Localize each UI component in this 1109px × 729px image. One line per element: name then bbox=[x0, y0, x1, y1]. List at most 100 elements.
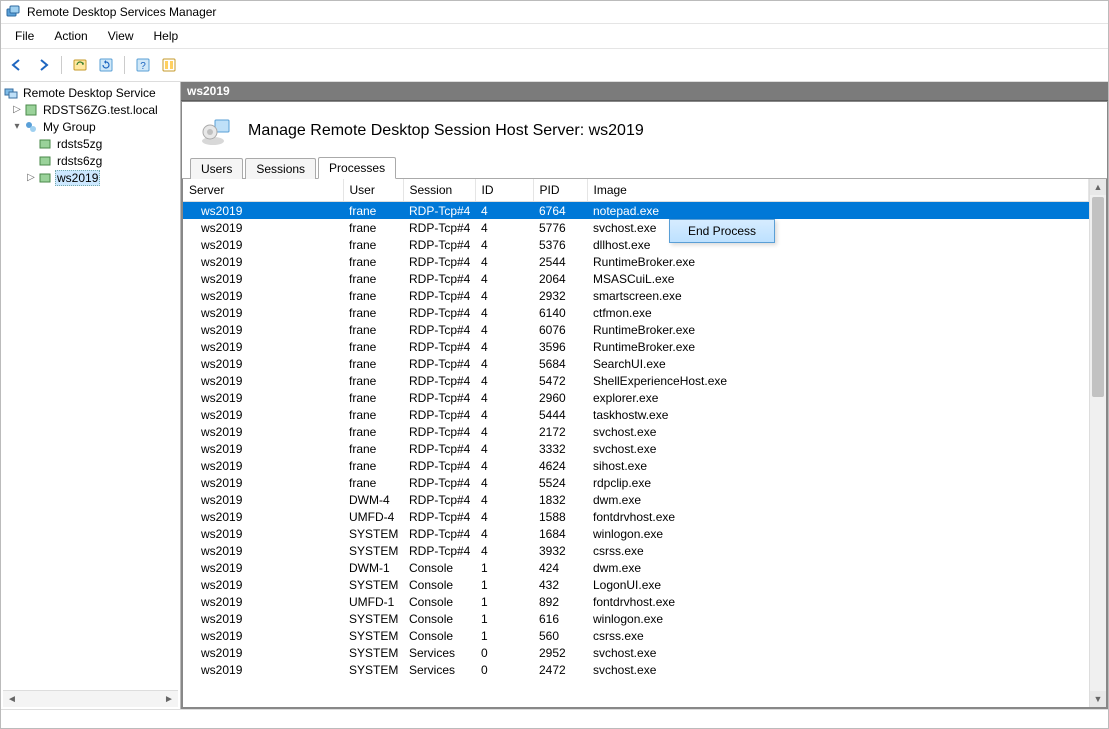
cell-server: ws2019 bbox=[183, 593, 343, 610]
table-row[interactable]: ws2019franeRDP-Tcp#446140ctfmon.exe bbox=[183, 304, 1089, 321]
table-row[interactable]: ws2019SYSTEMServices02952svchost.exe bbox=[183, 644, 1089, 661]
forward-button[interactable] bbox=[31, 53, 55, 77]
cell-user: SYSTEM bbox=[343, 576, 403, 593]
cell-pid: 2960 bbox=[533, 389, 587, 406]
reconnect-button[interactable] bbox=[68, 53, 92, 77]
cell-id: 4 bbox=[475, 253, 533, 270]
col-id[interactable]: ID bbox=[475, 179, 533, 202]
table-row[interactable]: ws2019franeRDP-Tcp#446076RuntimeBroker.e… bbox=[183, 321, 1089, 338]
scroll-down-icon[interactable]: ▼ bbox=[1090, 691, 1106, 707]
tree-node-rdsts6zg-test-local[interactable]: ▷ RDSTS6ZG.test.local bbox=[3, 101, 178, 118]
menu-help[interactable]: Help bbox=[146, 27, 187, 45]
back-button[interactable] bbox=[5, 53, 29, 77]
help-button[interactable]: ? bbox=[131, 53, 155, 77]
expand-icon[interactable]: ▷ bbox=[11, 104, 23, 115]
col-user[interactable]: User bbox=[343, 179, 403, 202]
tree-label: rdsts5zg bbox=[55, 136, 104, 152]
cell-session: RDP-Tcp#4 bbox=[403, 525, 475, 542]
menu-file[interactable]: File bbox=[7, 27, 42, 45]
table-row[interactable]: ws2019franeRDP-Tcp#445776svchost.exe bbox=[183, 219, 1089, 236]
cell-image: ctfmon.exe bbox=[587, 304, 1089, 321]
cell-id: 0 bbox=[475, 661, 533, 678]
cell-image: sihost.exe bbox=[587, 457, 1089, 474]
col-image[interactable]: Image bbox=[587, 179, 1089, 202]
cell-session: RDP-Tcp#4 bbox=[403, 270, 475, 287]
table-row[interactable]: ws2019franeRDP-Tcp#443332svchost.exe bbox=[183, 440, 1089, 457]
cell-id: 1 bbox=[475, 610, 533, 627]
table-row[interactable]: ws2019franeRDP-Tcp#443596RuntimeBroker.e… bbox=[183, 338, 1089, 355]
context-menu: End Process bbox=[669, 219, 775, 243]
cell-session: RDP-Tcp#4 bbox=[403, 440, 475, 457]
table-row[interactable]: ws2019franeRDP-Tcp#445524rdpclip.exe bbox=[183, 474, 1089, 491]
table-row[interactable]: ws2019SYSTEMRDP-Tcp#443932csrss.exe bbox=[183, 542, 1089, 559]
table-row[interactable]: ws2019SYSTEMServices02472svchost.exe bbox=[183, 661, 1089, 678]
cell-session: Services bbox=[403, 661, 475, 678]
tree-node-my-group[interactable]: ▾ My Group bbox=[3, 118, 178, 135]
tree-node-rdsts6zg[interactable]: rdsts6zg bbox=[3, 152, 178, 169]
cell-user: frane bbox=[343, 355, 403, 372]
menu-view[interactable]: View bbox=[100, 27, 142, 45]
tree-root-node[interactable]: Remote Desktop Service bbox=[3, 84, 178, 101]
table-row[interactable]: ws2019SYSTEMRDP-Tcp#441684winlogon.exe bbox=[183, 525, 1089, 542]
table-row[interactable]: ws2019franeRDP-Tcp#442172svchost.exe bbox=[183, 423, 1089, 440]
tree-h-scrollbar[interactable]: ◄ ► bbox=[3, 690, 178, 707]
menu-action[interactable]: Action bbox=[46, 27, 95, 45]
table-row[interactable]: ws2019franeRDP-Tcp#444624sihost.exe bbox=[183, 457, 1089, 474]
cell-server: ws2019 bbox=[183, 576, 343, 593]
scroll-up-icon[interactable]: ▲ bbox=[1090, 179, 1106, 195]
cell-server: ws2019 bbox=[183, 287, 343, 304]
cell-id: 1 bbox=[475, 593, 533, 610]
table-row[interactable]: ws2019franeRDP-Tcp#442960explorer.exe bbox=[183, 389, 1089, 406]
col-session[interactable]: Session bbox=[403, 179, 475, 202]
v-scrollbar[interactable]: ▲ ▼ bbox=[1089, 179, 1106, 707]
cell-user: frane bbox=[343, 457, 403, 474]
table-row[interactable]: ws2019franeRDP-Tcp#445472ShellExperience… bbox=[183, 372, 1089, 389]
cell-image: SearchUI.exe bbox=[587, 355, 1089, 372]
table-row[interactable]: ws2019franeRDP-Tcp#445444taskhostw.exe bbox=[183, 406, 1089, 423]
cell-server: ws2019 bbox=[183, 661, 343, 678]
options-button[interactable] bbox=[157, 53, 181, 77]
tree-node-rdsts5zg[interactable]: rdsts5zg bbox=[3, 135, 178, 152]
refresh-button[interactable] bbox=[94, 53, 118, 77]
table-row[interactable]: ws2019SYSTEMConsole1616winlogon.exe bbox=[183, 610, 1089, 627]
cell-session: RDP-Tcp#4 bbox=[403, 508, 475, 525]
scroll-left-icon[interactable]: ◄ bbox=[5, 694, 19, 705]
col-server[interactable]: Server bbox=[183, 179, 343, 202]
cell-id: 4 bbox=[475, 372, 533, 389]
table-row[interactable]: ws2019franeRDP-Tcp#442064MSASCuiL.exe bbox=[183, 270, 1089, 287]
cell-pid: 1684 bbox=[533, 525, 587, 542]
processes-table-scroll[interactable]: Server User Session ID PID Image ws2019f… bbox=[183, 179, 1089, 707]
cell-pid: 5524 bbox=[533, 474, 587, 491]
cell-session: RDP-Tcp#4 bbox=[403, 236, 475, 253]
col-pid[interactable]: PID bbox=[533, 179, 587, 202]
table-row[interactable]: ws2019UMFD-4RDP-Tcp#441588fontdrvhost.ex… bbox=[183, 508, 1089, 525]
collapse-icon[interactable]: ▾ bbox=[11, 121, 23, 132]
table-row[interactable]: ws2019franeRDP-Tcp#442544RuntimeBroker.e… bbox=[183, 253, 1089, 270]
scroll-right-icon[interactable]: ► bbox=[162, 694, 176, 705]
cell-pid: 2064 bbox=[533, 270, 587, 287]
tree-node-ws2019[interactable]: ▷ ws2019 bbox=[3, 169, 178, 186]
cell-image: winlogon.exe bbox=[587, 525, 1089, 542]
cell-image: svchost.exe bbox=[587, 644, 1089, 661]
table-row[interactable]: ws2019franeRDP-Tcp#442932smartscreen.exe bbox=[183, 287, 1089, 304]
table-row[interactable]: ws2019franeRDP-Tcp#446764notepad.exe bbox=[183, 202, 1089, 220]
cell-image: svchost.exe bbox=[587, 423, 1089, 440]
table-row[interactable]: ws2019SYSTEMConsole1560csrss.exe bbox=[183, 627, 1089, 644]
cell-server: ws2019 bbox=[183, 389, 343, 406]
context-end-process[interactable]: End Process bbox=[688, 224, 756, 238]
cell-session: RDP-Tcp#4 bbox=[403, 338, 475, 355]
table-row[interactable]: ws2019franeRDP-Tcp#445684SearchUI.exe bbox=[183, 355, 1089, 372]
tab-processes[interactable]: Processes bbox=[318, 157, 396, 179]
table-row[interactable]: ws2019DWM-4RDP-Tcp#441832dwm.exe bbox=[183, 491, 1089, 508]
window-title: Remote Desktop Services Manager bbox=[27, 5, 216, 19]
tree-pane[interactable]: Remote Desktop Service ▷ RDSTS6ZG.test.l… bbox=[1, 82, 181, 709]
tab-sessions[interactable]: Sessions bbox=[245, 158, 316, 179]
expand-icon[interactable]: ▷ bbox=[25, 172, 37, 183]
tab-users[interactable]: Users bbox=[190, 158, 243, 179]
table-row[interactable]: ws2019DWM-1Console1424dwm.exe bbox=[183, 559, 1089, 576]
scroll-thumb[interactable] bbox=[1092, 197, 1104, 397]
table-row[interactable]: ws2019franeRDP-Tcp#445376dllhost.exe bbox=[183, 236, 1089, 253]
table-row[interactable]: ws2019UMFD-1Console1892fontdrvhost.exe bbox=[183, 593, 1089, 610]
cell-image: fontdrvhost.exe bbox=[587, 593, 1089, 610]
table-row[interactable]: ws2019SYSTEMConsole1432LogonUI.exe bbox=[183, 576, 1089, 593]
